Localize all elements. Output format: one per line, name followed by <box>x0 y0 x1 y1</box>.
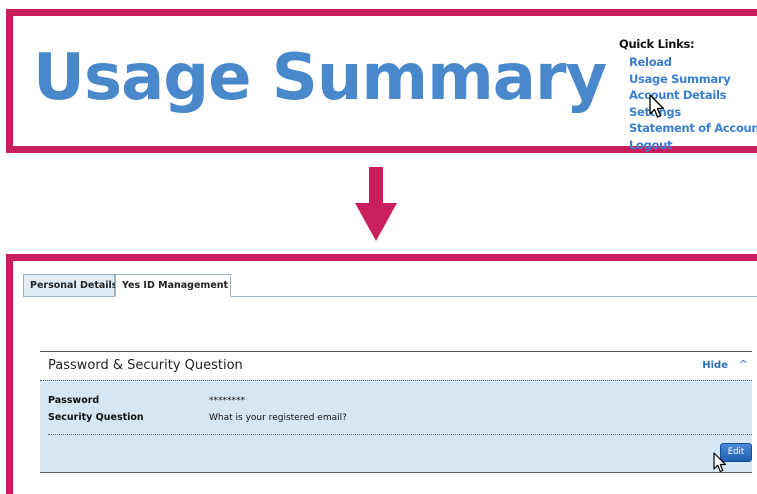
password-label: Password <box>48 395 100 406</box>
section-title: Password & Security Question <box>48 358 243 373</box>
page-title: Usage Summary <box>33 41 607 115</box>
settings-panel: Personal Details Yes ID Management Passw… <box>6 254 757 494</box>
password-security-section: Password & Security Question Hide ^ Pass… <box>40 351 752 473</box>
section-header: Password & Security Question Hide ^ <box>40 351 752 380</box>
section-body: Password ******** Security Question What… <box>40 380 752 472</box>
quick-link-usage-summary[interactable]: Usage Summary <box>629 71 757 88</box>
down-arrow-icon <box>355 167 397 241</box>
usage-summary-panel: Usage Summary Quick Links: Reload Usage … <box>6 9 757 153</box>
security-question-label: Security Question <box>48 412 144 423</box>
divider <box>48 434 752 435</box>
quick-links: Quick Links: Reload Usage Summary Accoun… <box>619 37 757 153</box>
password-row: Password ******** <box>48 395 245 406</box>
password-value: ******** <box>209 396 246 406</box>
quick-links-heading: Quick Links: <box>619 37 695 51</box>
security-question-value: What is your registered email? <box>209 413 347 423</box>
tab-yes-id-management[interactable]: Yes ID Management <box>115 274 231 297</box>
security-question-row: Security Question What is your registere… <box>48 412 347 423</box>
chevron-up-icon[interactable]: ^ <box>739 358 748 371</box>
quick-link-reload[interactable]: Reload <box>629 54 757 71</box>
mouse-pointer-icon <box>649 94 665 118</box>
tab-personal-details[interactable]: Personal Details <box>23 274 117 297</box>
hide-link[interactable]: Hide <box>702 360 728 371</box>
mouse-pointer-icon <box>713 452 727 473</box>
quick-link-logout[interactable]: Logout <box>629 137 757 154</box>
quick-link-statement-of-account[interactable]: Statement of Account <box>629 120 757 137</box>
section-bottom-border <box>40 472 752 473</box>
